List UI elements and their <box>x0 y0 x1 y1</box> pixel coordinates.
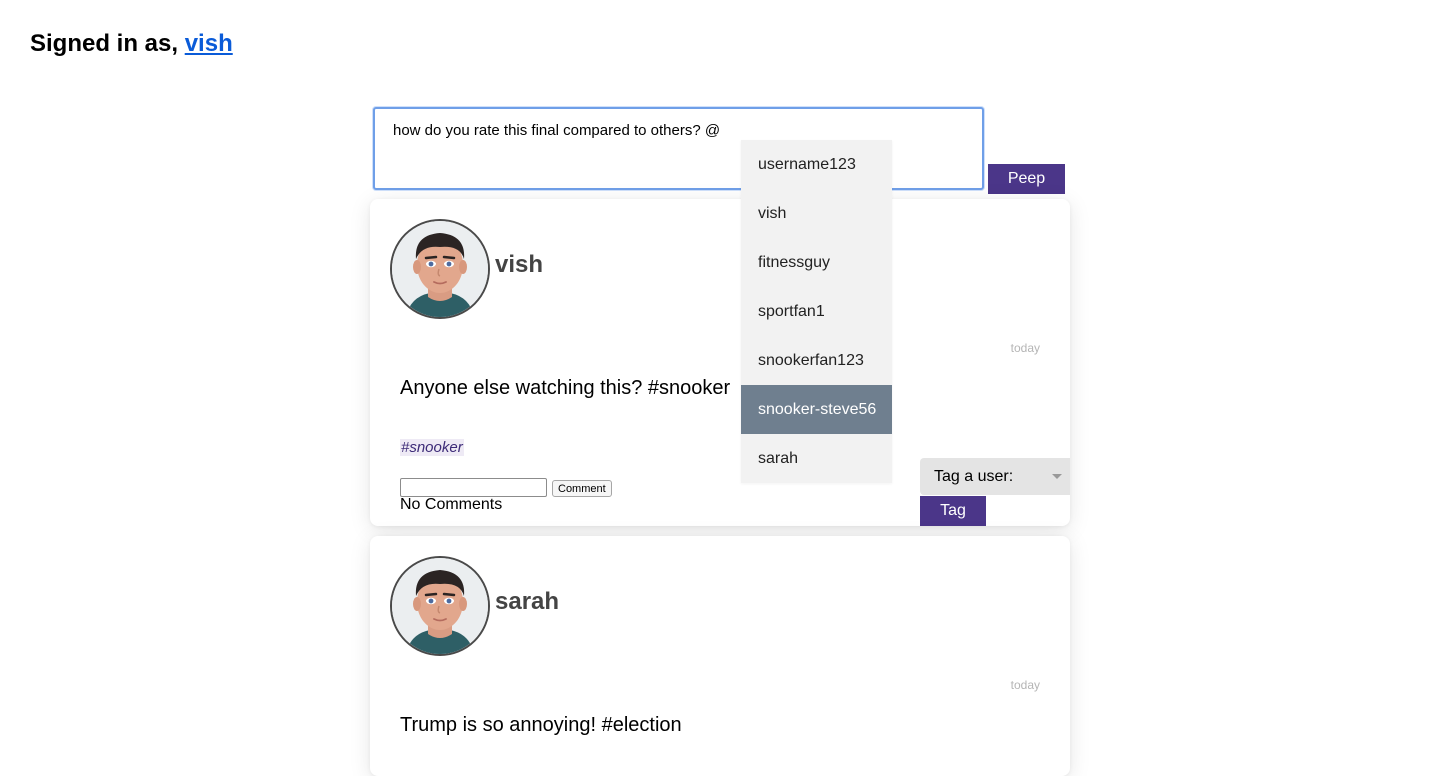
mention-dropdown: username123 vish fitnessguy sportfan1 sn… <box>741 140 892 483</box>
comments-status: No Comments <box>400 496 503 513</box>
hashtag-link[interactable]: #snooker <box>400 439 464 456</box>
mention-option[interactable]: sarah <box>741 434 892 483</box>
post-author[interactable]: sarah <box>495 588 559 616</box>
mention-option[interactable]: sportfan1 <box>741 287 892 336</box>
peep-textarea[interactable]: how do you rate this final compared to o… <box>373 107 984 190</box>
comment-input[interactable] <box>400 478 547 497</box>
avatar-icon <box>390 556 490 656</box>
mention-option[interactable]: snookerfan123 <box>741 336 892 385</box>
post-timestamp: today <box>1010 341 1040 355</box>
mention-option[interactable]: fitnessguy <box>741 238 892 287</box>
peep-text: how do you rate this final compared to o… <box>393 122 721 139</box>
post-timestamp: today <box>1010 678 1040 692</box>
tag-button[interactable]: Tag <box>920 496 986 526</box>
mention-option[interactable]: username123 <box>741 140 892 189</box>
peep-button[interactable]: Peep <box>988 164 1065 194</box>
tag-user-select[interactable]: Tag a user: <box>920 458 1070 495</box>
signed-in-heading: Signed in as, vish <box>30 30 233 58</box>
mention-option[interactable]: vish <box>741 189 892 238</box>
caret-down-icon <box>1052 474 1062 479</box>
comment-button[interactable]: Comment <box>552 480 612 497</box>
tag-select-label: Tag a user: <box>934 467 1014 485</box>
mention-option-selected[interactable]: snooker-steve56 <box>741 385 892 434</box>
post-text: Anyone else watching this? #snooker <box>400 377 731 399</box>
post-card: sarah today Trump is so annoying! #elect… <box>370 536 1070 776</box>
signed-in-prefix: Signed in as, <box>30 30 179 57</box>
post-card: vish today Anyone else watching this? #s… <box>370 199 1070 526</box>
avatar-icon <box>390 219 490 319</box>
post-text: Trump is so annoying! #election <box>400 714 682 736</box>
current-user-link[interactable]: vish <box>185 30 233 57</box>
post-author[interactable]: vish <box>495 251 543 279</box>
